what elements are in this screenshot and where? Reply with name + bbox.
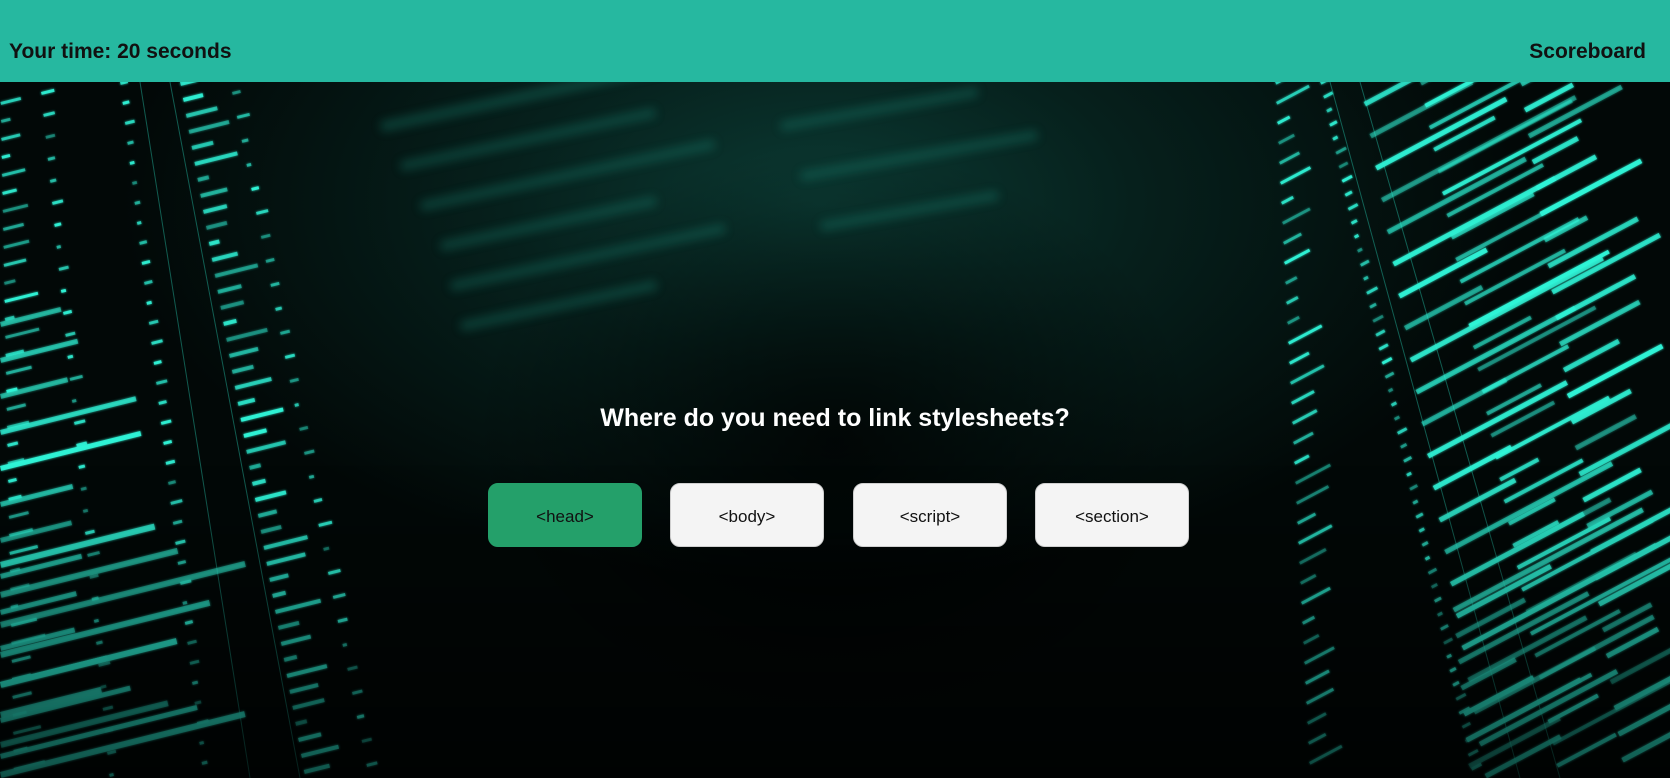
answer-button-script[interactable]: <script> bbox=[853, 483, 1007, 547]
answer-button-section[interactable]: <section> bbox=[1035, 483, 1189, 547]
quiz-stage: Where do you need to link stylesheets? <… bbox=[0, 82, 1670, 778]
answer-button-head[interactable]: <head> bbox=[488, 483, 642, 547]
scoreboard-link[interactable]: Scoreboard bbox=[1529, 40, 1646, 64]
answer-options: <head> <body> <script> <section> bbox=[488, 483, 1189, 549]
timer-text: Your time: 20 seconds bbox=[9, 40, 232, 63]
top-bar: Your time: 20 seconds Scoreboard bbox=[0, 0, 1670, 82]
answer-button-body[interactable]: <body> bbox=[670, 483, 824, 547]
question-text: Where do you need to link stylesheets? bbox=[600, 404, 1070, 432]
